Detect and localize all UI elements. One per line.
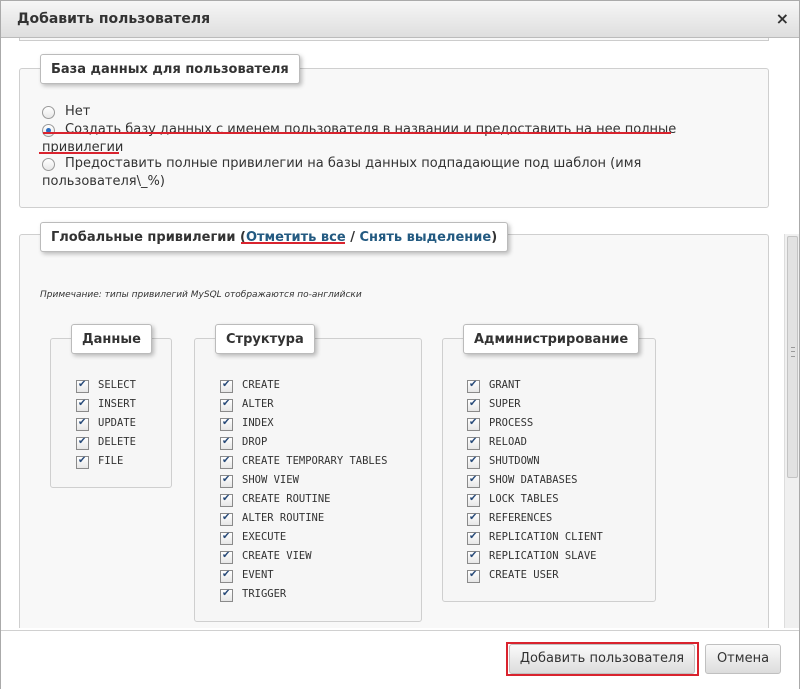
privilege-checkbox[interactable]	[467, 531, 480, 545]
add-user-dialog: Добавить пользователя × База данных для …	[0, 0, 800, 689]
radio-none-label: Нет	[65, 104, 91, 119]
dialog-footer: Добавить пользователя Отмена	[1, 630, 799, 689]
global-privileges-legend: Глобальные привилегии (Отметить все / Сн…	[40, 222, 509, 252]
privilege-checkbox[interactable]	[467, 512, 480, 526]
annotation-underline-1	[43, 132, 671, 134]
privilege-checkbox[interactable]	[220, 531, 233, 545]
global-legend-suffix: )	[491, 230, 498, 245]
radio-create-db-label: Создать базу данных с именем пользовател…	[42, 122, 677, 155]
privilege-checkbox[interactable]	[467, 379, 480, 393]
database-legend: База данных для пользователя	[40, 54, 300, 84]
group-structure: Структура CREATE ALTER INDEX DROP CREATE…	[194, 324, 422, 622]
dialog-title: Добавить пользователя	[17, 11, 211, 27]
privilege-checkbox[interactable]	[76, 436, 89, 450]
privilege-checkbox[interactable]	[467, 474, 480, 488]
privilege-checkbox[interactable]	[220, 379, 233, 393]
group-administration-title: Администрирование	[463, 324, 640, 354]
cancel-button[interactable]: Отмена	[705, 644, 781, 674]
scrollbar-grip-icon	[791, 347, 795, 357]
privilege-checkbox[interactable]	[76, 455, 89, 469]
dialog-content: База данных для пользователя Нет Создать…	[1, 38, 799, 628]
previous-fieldset-edge	[19, 38, 769, 41]
privilege-checkbox[interactable]	[467, 398, 480, 412]
privilege-checkbox[interactable]	[220, 493, 233, 507]
privilege-checkbox[interactable]	[467, 493, 480, 507]
group-data-title: Данные	[71, 324, 152, 354]
privilege-checkbox[interactable]	[467, 550, 480, 564]
privilege-checkbox[interactable]	[220, 588, 233, 602]
group-data: Данные SELECT INSERT UPDATE DELETE FILE	[50, 324, 172, 488]
radio-none[interactable]	[42, 106, 55, 119]
group-administration: Администрирование GRANT SUPER PROCESS RE…	[442, 324, 656, 602]
privilege-checkbox[interactable]	[467, 436, 480, 450]
global-legend-prefix: Глобальные привилегии (	[51, 230, 246, 245]
mysql-note: Примечание: типы привилегий MySQL отобра…	[40, 290, 362, 300]
privilege-checkbox[interactable]	[220, 455, 233, 469]
privilege-checkbox[interactable]	[220, 550, 233, 564]
global-privileges-fieldset: Глобальные привилегии (Отметить все / Сн…	[19, 222, 769, 628]
vertical-scrollbar[interactable]	[784, 234, 799, 628]
privilege-checkbox[interactable]	[467, 569, 480, 583]
add-user-button[interactable]: Добавить пользователя	[509, 644, 695, 674]
scrollbar-thumb[interactable]	[787, 236, 798, 478]
privilege-checkbox[interactable]	[220, 474, 233, 488]
privilege-checkbox[interactable]	[76, 398, 89, 412]
annotation-underline-2	[39, 152, 119, 154]
privilege-checkbox[interactable]	[467, 417, 480, 431]
privilege-checkbox[interactable]	[467, 455, 480, 469]
privilege-checkbox[interactable]	[220, 512, 233, 526]
privilege-checkbox[interactable]	[76, 417, 89, 431]
close-icon[interactable]: ×	[776, 9, 789, 28]
privilege-checkbox[interactable]	[220, 398, 233, 412]
privilege-checkbox[interactable]	[76, 379, 89, 393]
legend-separator: /	[345, 230, 360, 245]
uncheck-all-link[interactable]: Снять выделение	[359, 230, 491, 245]
group-structure-title: Структура	[215, 324, 315, 354]
radio-wildcard-label: Предоставить полные привилегии на базы д…	[42, 156, 642, 189]
privilege-checkbox[interactable]	[220, 569, 233, 583]
dialog-titlebar[interactable]: Добавить пользователя ×	[1, 1, 799, 38]
privilege-checkbox[interactable]	[220, 436, 233, 450]
database-legend-text: База данных для пользователя	[51, 62, 289, 77]
database-fieldset: База данных для пользователя Нет Создать…	[19, 54, 769, 208]
privilege-checkbox[interactable]	[220, 417, 233, 431]
annotation-underline-3	[241, 242, 345, 244]
